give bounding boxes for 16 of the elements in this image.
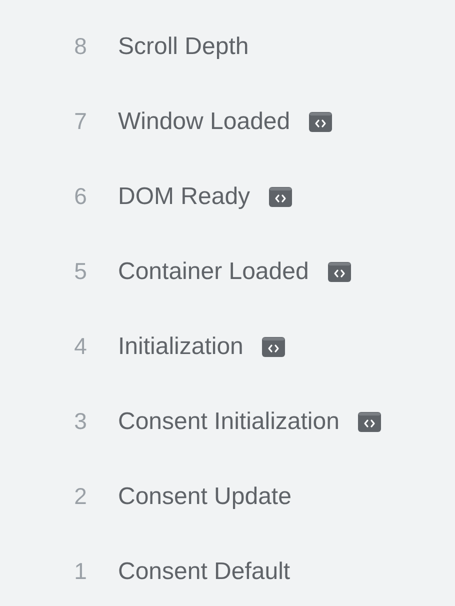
trigger-name[interactable]: Scroll Depth [118,32,249,60]
trigger-name[interactable]: Consent Update [118,482,292,510]
step-number: 6 [73,183,88,210]
trigger-name[interactable]: Consent Initialization [118,408,340,436]
step-number: 7 [73,108,88,135]
step-number: 5 [73,258,88,285]
step-number: 1 [73,558,88,585]
step-number: 4 [73,333,88,360]
trigger-name[interactable]: Initialization [118,332,244,360]
step-number: 2 [73,483,88,510]
step-number: 8 [73,33,88,60]
trigger-name[interactable]: Container Loaded [118,258,309,286]
trigger-name[interactable]: Window Loaded [118,108,290,136]
trigger-name[interactable]: DOM Ready [118,182,250,210]
trigger-name[interactable]: Consent Default [118,558,290,586]
step-number: 3 [73,408,88,435]
